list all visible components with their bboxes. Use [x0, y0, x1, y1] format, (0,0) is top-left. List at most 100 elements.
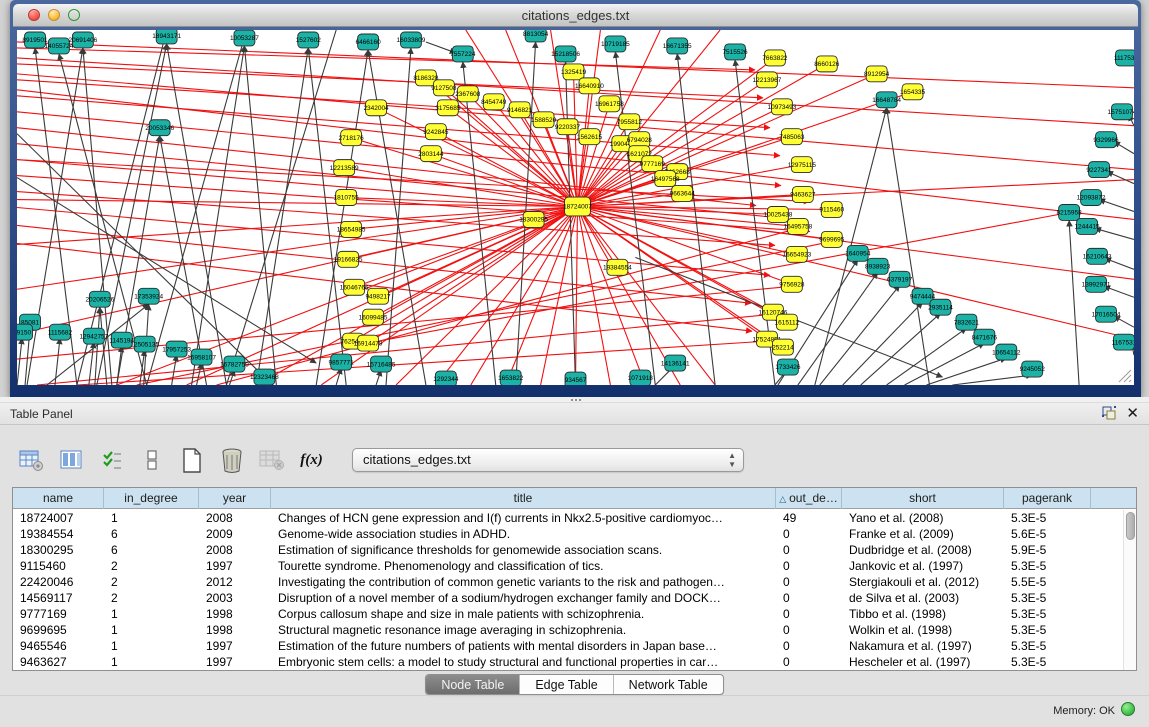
network-node[interactable]: 12942757 [79, 328, 108, 344]
network-node[interactable]: 9857771 [329, 354, 355, 370]
network-node[interactable]: 39150 [17, 324, 33, 340]
float-panel-icon[interactable] [1102, 406, 1117, 428]
network-node[interactable]: 9115460 [819, 202, 844, 218]
table-row[interactable]: 1872400712008Changes of HCN gene express… [13, 510, 1122, 526]
network-node[interactable]: 2342004 [363, 100, 389, 116]
network-node[interactable]: 16782759 [220, 356, 249, 372]
network-node[interactable]: 18724007 [563, 197, 592, 216]
network-node[interactable]: 252214 [772, 339, 794, 355]
network-node[interactable]: 12093872 [1077, 190, 1106, 206]
table-row[interactable]: 2242004622012Investigating the contribut… [13, 574, 1122, 590]
network-node[interactable]: 9146821 [507, 102, 533, 118]
network-node[interactable]: 9663644 [670, 186, 696, 202]
network-node[interactable]: 18943171 [152, 30, 181, 44]
network-node[interactable]: 9242845 [423, 124, 449, 140]
delete-column-icon[interactable] [218, 447, 245, 474]
column-header-name[interactable]: name [13, 488, 104, 509]
table-row[interactable]: 977716911998Corpus callosum shape and si… [13, 606, 1122, 622]
network-node[interactable]: 7485063 [779, 129, 805, 145]
delete-table-icon[interactable] [258, 447, 285, 474]
network-node[interactable]: 1653822 [498, 370, 524, 385]
network-node[interactable]: 2935114 [928, 299, 953, 315]
network-node[interactable]: 1244415 [1074, 218, 1100, 234]
network-node[interactable]: 6466160 [355, 34, 381, 50]
network-node[interactable]: 3175685 [435, 100, 461, 116]
table-mode-icon[interactable] [18, 447, 45, 474]
function-builder-icon[interactable]: f(x) [298, 447, 325, 474]
network-node[interactable]: 9245052 [1020, 361, 1046, 377]
network-canvas[interactable]: 1872400718300295193845548919501140557242… [17, 30, 1134, 385]
network-node[interactable]: 8215958 [1057, 205, 1083, 221]
network-node[interactable]: 8471676 [972, 329, 998, 345]
network-node[interactable]: 1115682 [48, 324, 73, 340]
tab-edge-table[interactable]: Edge Table [519, 675, 612, 694]
network-node[interactable]: 8660126 [814, 56, 840, 72]
network-node[interactable]: 9463627 [790, 187, 816, 203]
column-header-year[interactable]: year [199, 488, 271, 509]
network-node[interactable]: 1810755 [334, 190, 360, 206]
show-columns-icon[interactable] [58, 447, 85, 474]
network-node[interactable]: 17353924 [134, 288, 163, 304]
network-node[interactable]: 12213967 [753, 72, 782, 88]
row-selection-icon[interactable] [98, 447, 125, 474]
network-node[interactable]: 1562615 [577, 129, 603, 145]
network-node[interactable]: 15218506 [551, 46, 580, 62]
tab-node-table[interactable]: Node Table [426, 675, 519, 694]
table-row[interactable]: 1456911722003Disruption of a novel membe… [13, 590, 1122, 606]
network-node[interactable]: 18654985 [337, 221, 366, 237]
network-node[interactable]: 7955812 [617, 114, 643, 130]
network-node[interactable]: 16914479 [354, 335, 383, 351]
network-window-titlebar[interactable]: citations_edges.txt [13, 4, 1138, 27]
network-node[interactable]: 15716485 [367, 356, 396, 372]
network-node[interactable]: 9329966 [1093, 132, 1119, 148]
network-node[interactable]: 20053346 [145, 120, 174, 136]
network-node[interactable]: 1654335 [900, 84, 926, 100]
network-node[interactable]: 10654112 [992, 344, 1021, 360]
network-node[interactable]: 17016504 [1092, 306, 1121, 322]
table-row[interactable]: 946554611997Estimation of the future num… [13, 638, 1122, 654]
network-node[interactable]: 2718176 [339, 130, 365, 146]
network-node[interactable]: 12975115 [788, 157, 817, 173]
scrollbar-thumb[interactable] [1126, 512, 1135, 540]
network-node[interactable]: 15751074 [1108, 104, 1134, 120]
network-node[interactable]: 16958107 [187, 349, 216, 365]
network-node[interactable]: 1733426 [775, 359, 801, 375]
network-node[interactable]: 16497568 [651, 171, 680, 187]
network-node[interactable]: 1071918 [628, 370, 654, 385]
network-node[interactable]: 8912954 [864, 66, 890, 82]
network-node[interactable]: 12505135 [130, 336, 159, 352]
network-node[interactable]: 8813054 [523, 30, 549, 42]
network-node[interactable]: 12323468 [250, 369, 279, 385]
network-node[interactable]: 18300295 [519, 211, 548, 227]
tab-network-table[interactable]: Network Table [613, 675, 723, 694]
network-node[interactable]: 13992971 [1082, 276, 1111, 292]
network-node[interactable]: 16033809 [397, 32, 426, 48]
network-node[interactable]: 9498217 [365, 288, 391, 304]
network-node[interactable]: 1527602 [296, 32, 322, 48]
network-node[interactable]: 16961758 [595, 96, 624, 112]
network-node[interactable]: 6379197 [887, 271, 913, 287]
close-panel-icon[interactable]: ✕ [1126, 403, 1139, 425]
network-node[interactable]: 1117531 [1114, 50, 1134, 66]
network-node[interactable]: 16648784 [872, 92, 901, 108]
network-graph[interactable]: 1872400718300295193845548919501140557242… [17, 30, 1134, 385]
memory-ok-indicator[interactable] [1121, 702, 1135, 716]
table-rows-icon[interactable] [138, 447, 165, 474]
network-node[interactable]: 16671355 [663, 38, 692, 54]
table-select-dropdown[interactable]: citations_edges.txt ▲▼ [352, 448, 744, 472]
resize-grip-icon[interactable] [1118, 369, 1132, 383]
network-node[interactable]: 9220337 [555, 119, 581, 135]
network-node[interactable]: 14136141 [661, 355, 690, 371]
network-node[interactable]: 1640954 [845, 245, 871, 261]
table-row[interactable]: 1938455462009Genome-wide association stu… [13, 526, 1122, 542]
column-header-outde[interactable]: △out_de… [776, 488, 842, 509]
table-vertical-scrollbar[interactable] [1123, 510, 1136, 670]
network-node[interactable]: 9699695 [819, 231, 845, 247]
network-node[interactable]: 9777169 [640, 156, 666, 172]
column-header-indegree[interactable]: in_degree [104, 488, 199, 509]
network-node[interactable]: 7663822 [762, 50, 788, 66]
network-node[interactable]: 10719185 [601, 36, 630, 52]
create-column-icon[interactable] [178, 447, 205, 474]
network-node[interactable]: 1292344 [433, 371, 459, 385]
column-header-title[interactable]: title [271, 488, 776, 509]
